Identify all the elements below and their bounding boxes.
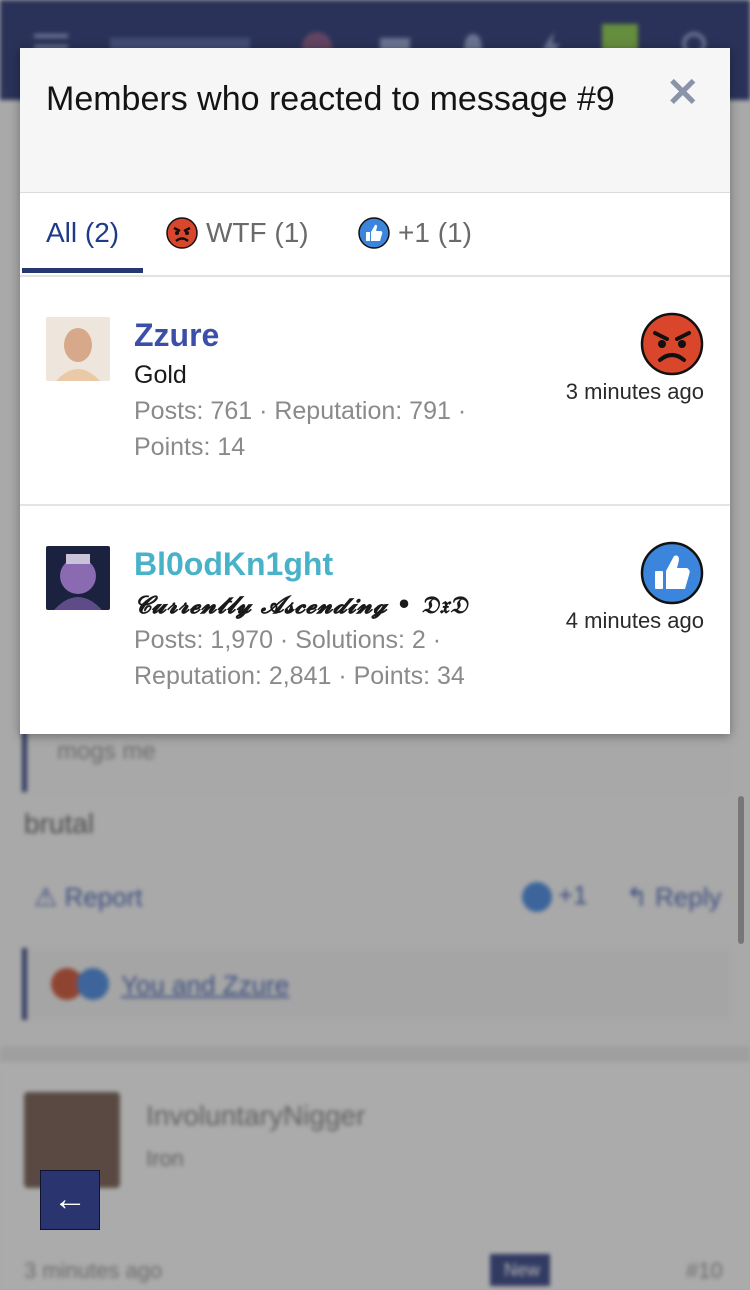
user-stats: Posts: 761 · Reputation: 791 · Points: 1… — [134, 397, 467, 461]
page-scrollbar[interactable] — [738, 796, 744, 944]
tab-wtf[interactable]: WTF (1) — [166, 217, 309, 256]
list-item: Bl0odKn1ght 𝓒𝓾𝓻𝓻𝓮𝓷𝓽𝓵𝔂 𝓐𝓼𝓬𝓮𝓷𝓭𝓲𝓷𝓰 • 𝔇𝔵𝔇 Po… — [20, 506, 730, 734]
username-link[interactable]: Zzure — [134, 317, 219, 354]
tab-all[interactable]: All (2) — [46, 217, 119, 249]
modal-header: Members who reacted to message #9 ✕ — [20, 48, 730, 193]
user-title: Gold — [134, 361, 187, 389]
reactions-modal: Members who reacted to message #9 ✕ All … — [20, 48, 730, 734]
reaction-time: 4 minutes ago — [565, 608, 704, 633]
user-stats: Posts: 1,970 · Solutions: 2 · Reputation… — [134, 626, 465, 690]
tab-wtf-label: WTF (1) — [206, 217, 309, 248]
thumbs-up-icon — [358, 217, 390, 256]
reaction-tabs: All (2) WTF (1) +1 (1) — [20, 193, 730, 277]
avatar[interactable] — [46, 546, 110, 610]
username-link[interactable]: Bl0odKn1ght — [134, 546, 333, 583]
close-icon[interactable]: ✕ — [666, 73, 700, 113]
list-item: Zzure Gold Posts: 761 · Reputation: 791 … — [20, 277, 730, 504]
tab-plus-one-label: +1 (1) — [398, 217, 472, 248]
thumbs-up-icon — [640, 541, 704, 605]
tab-all-label: All (2) — [46, 217, 120, 248]
angry-face-icon — [166, 217, 198, 256]
back-to-top-button[interactable]: ← — [40, 1170, 100, 1230]
active-tab-indicator — [22, 268, 143, 273]
avatar[interactable] — [46, 317, 110, 381]
angry-face-icon — [640, 312, 704, 376]
reaction-time: 3 minutes ago — [565, 379, 704, 404]
tab-plus-one[interactable]: +1 (1) — [358, 217, 472, 256]
modal-title: Members who reacted to message #9 — [46, 80, 615, 118]
user-title: 𝓒𝓾𝓻𝓻𝓮𝓷𝓽𝓵𝔂 𝓐𝓼𝓬𝓮𝓷𝓭𝓲𝓷𝓰 • 𝔇𝔵𝔇 — [134, 590, 468, 619]
